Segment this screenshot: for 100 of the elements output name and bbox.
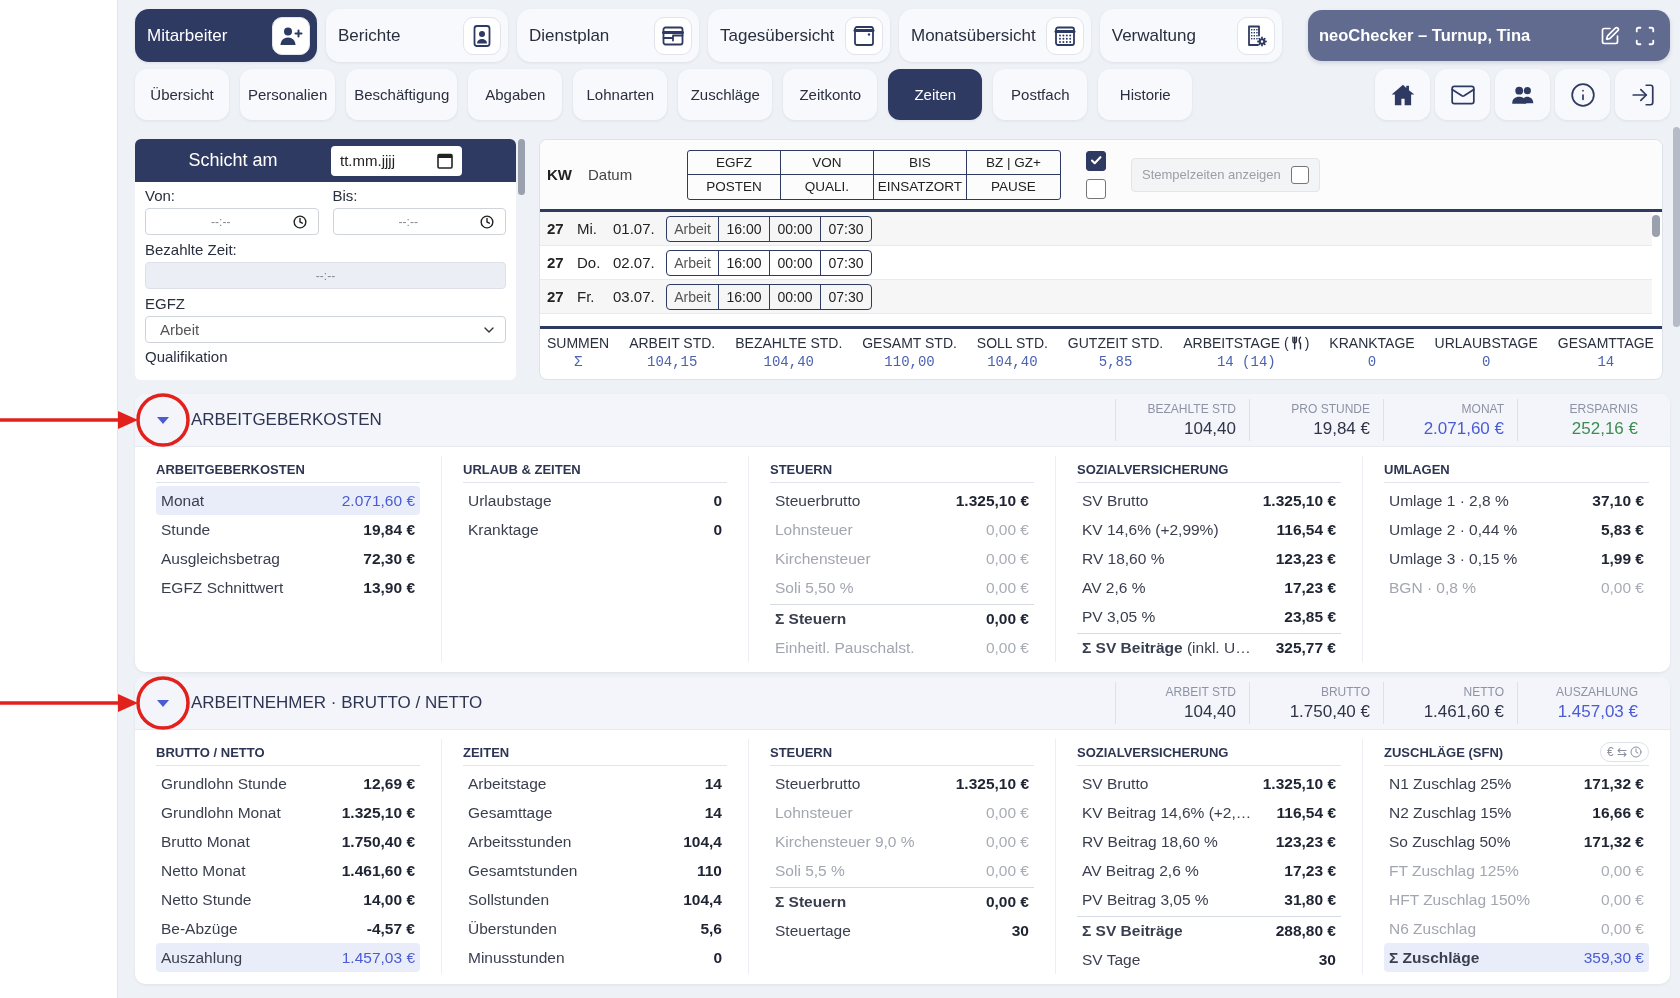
row-value: 14: [704, 803, 722, 822]
form-title: Schicht am: [187, 150, 279, 171]
scrollbar-thumb[interactable]: [1673, 127, 1680, 327]
group-title: STEUERN: [770, 461, 833, 477]
mail-button[interactable]: [1435, 69, 1490, 120]
calendar-icon: [1045, 16, 1084, 55]
checkbox[interactable]: [1086, 178, 1106, 199]
tab[interactable]: Beschäftigung: [346, 69, 458, 120]
window-icon: [845, 16, 883, 55]
sum-value: 14: [1597, 354, 1615, 370]
tab[interactable]: Zeiten: [888, 69, 983, 120]
nav-button[interactable]: Tagesübersicht: [708, 9, 890, 62]
row-value: 17,23 €: [1284, 578, 1336, 597]
summary-value: 104,40: [1184, 701, 1236, 722]
row-label: RV Beitrag 18,60 %: [1082, 832, 1218, 851]
column-header: BIS: [874, 150, 967, 175]
tab[interactable]: Personalien: [240, 69, 336, 120]
logout-button[interactable]: [1615, 69, 1670, 120]
row-value: 5,6: [700, 919, 722, 938]
row-label: Überstunden: [468, 919, 557, 938]
row-label: So Zuschlag 50%: [1389, 832, 1511, 851]
app-title: neoChecker – Turnup, Tina: [1319, 26, 1531, 45]
caret-down-icon[interactable]: [157, 697, 169, 709]
checkbox[interactable]: [1086, 150, 1106, 171]
field-label: Qualifikation: [145, 348, 228, 366]
row-value: 0,00 €: [985, 803, 1029, 822]
edit-icon[interactable]: [1600, 25, 1620, 46]
row-value: 0,00 €: [985, 638, 1029, 657]
summary-label: BEZAHLTE STD: [1147, 401, 1236, 416]
sum-label: GESAMTTAGE: [1557, 335, 1654, 351]
row-value: 104,4: [683, 832, 722, 851]
row-label: Steuerbrutto: [775, 774, 861, 793]
row-label: Umlage 1 · 2,8 %: [1389, 491, 1509, 510]
tab[interactable]: Postfach: [993, 69, 1088, 120]
row-value: 31,80 €: [1284, 890, 1336, 909]
summary-value: 19,84 €: [1313, 418, 1370, 439]
row-label: BGN · 0,8 %: [1389, 578, 1476, 597]
field-label: Bis:: [332, 187, 358, 205]
row-value: 12,69 €: [363, 774, 415, 793]
row-value: 0,00 €: [985, 610, 1029, 628]
layout-window-icon: [654, 16, 692, 55]
row-label: Einheitl. Pauschalst.: [775, 638, 915, 657]
scrollbar-thumb[interactable]: [518, 139, 525, 195]
row-value: 116,54 €: [1276, 520, 1336, 539]
tab[interactable]: Abgaben: [468, 69, 563, 120]
summary-value: 2.071,60 €: [1423, 418, 1504, 439]
group-title: SOZIALVERSICHERUNG: [1077, 461, 1229, 477]
nav-button[interactable]: Dienstplan: [517, 9, 699, 62]
row-value: 1.461,60 €: [341, 861, 415, 880]
row-label: AV 2,6 %: [1082, 578, 1146, 597]
building-gear-icon: [1236, 16, 1275, 55]
nav-button[interactable]: Mitarbeiter: [135, 9, 317, 62]
nav-button[interactable]: Monatsübersicht: [899, 9, 1091, 62]
sum-label: KRANKTAGE: [1329, 335, 1415, 351]
tab[interactable]: Historie: [1098, 69, 1193, 120]
row-label: SV Brutto: [1082, 774, 1149, 793]
row-value: 0,00 €: [1600, 861, 1644, 880]
row-label: Σ Steuern: [775, 893, 847, 911]
row-label: N2 Zuschlag 15%: [1389, 803, 1512, 822]
week-number: 27: [547, 254, 565, 271]
summary-value: 252,16 €: [1571, 418, 1638, 439]
row-value: 0,00 €: [985, 861, 1029, 880]
nav-button[interactable]: Verwaltung: [1099, 9, 1282, 62]
date-text: 01.07.: [613, 220, 656, 237]
sum-value: 0: [1482, 354, 1491, 370]
info-button[interactable]: [1555, 69, 1610, 120]
caret-down-icon[interactable]: [157, 414, 169, 426]
row-value: 1,99 €: [1600, 549, 1644, 568]
group-title: BRUTTO / NETTO: [156, 744, 265, 760]
sum-value: Σ: [573, 354, 583, 370]
row-value: 14,00 €: [363, 890, 415, 909]
summary-label: AUSZAHLUNG: [1556, 684, 1638, 699]
sum-label: BEZAHLTE STD.: [735, 335, 843, 351]
time-field[interactable]: --:--: [332, 208, 506, 235]
row-label: Umlage 3 · 0,15 %: [1389, 549, 1518, 568]
select-field[interactable]: Arbeit: [145, 316, 506, 343]
time-field[interactable]: --:--: [145, 208, 319, 235]
row-label: Kranktage: [468, 520, 539, 539]
tab[interactable]: Zuschläge: [678, 69, 773, 120]
date-field[interactable]: tt.mm.jjjj: [331, 145, 462, 176]
row-label: Netto Stunde: [161, 890, 252, 909]
row-label: Monat: [161, 491, 205, 510]
row-value: 5,83 €: [1600, 520, 1644, 539]
row-value: 123,23 €: [1275, 549, 1336, 568]
tab[interactable]: Zeitkonto: [783, 69, 878, 120]
scrollbar-thumb[interactable]: [1652, 215, 1660, 237]
group-title: ZUSCHLÄGE (SFN): [1384, 744, 1504, 760]
tab[interactable]: Lohnarten: [573, 69, 668, 120]
row-label: FT Zuschlag 125%: [1389, 861, 1519, 880]
tab[interactable]: Übersicht: [135, 69, 229, 120]
row-label: Kirchensteuer: [775, 549, 871, 568]
row-value: 0,00 €: [985, 893, 1029, 911]
nav-button[interactable]: Berichte: [326, 9, 508, 62]
fullscreen-icon[interactable]: [1634, 24, 1656, 47]
table-cell: 07:30: [820, 216, 871, 241]
row-value: 0: [713, 948, 722, 967]
weekday: Mi.: [577, 220, 598, 237]
sum-value: 5,85: [1098, 354, 1133, 370]
home-button[interactable]: [1375, 69, 1430, 120]
users-button[interactable]: [1495, 69, 1550, 120]
